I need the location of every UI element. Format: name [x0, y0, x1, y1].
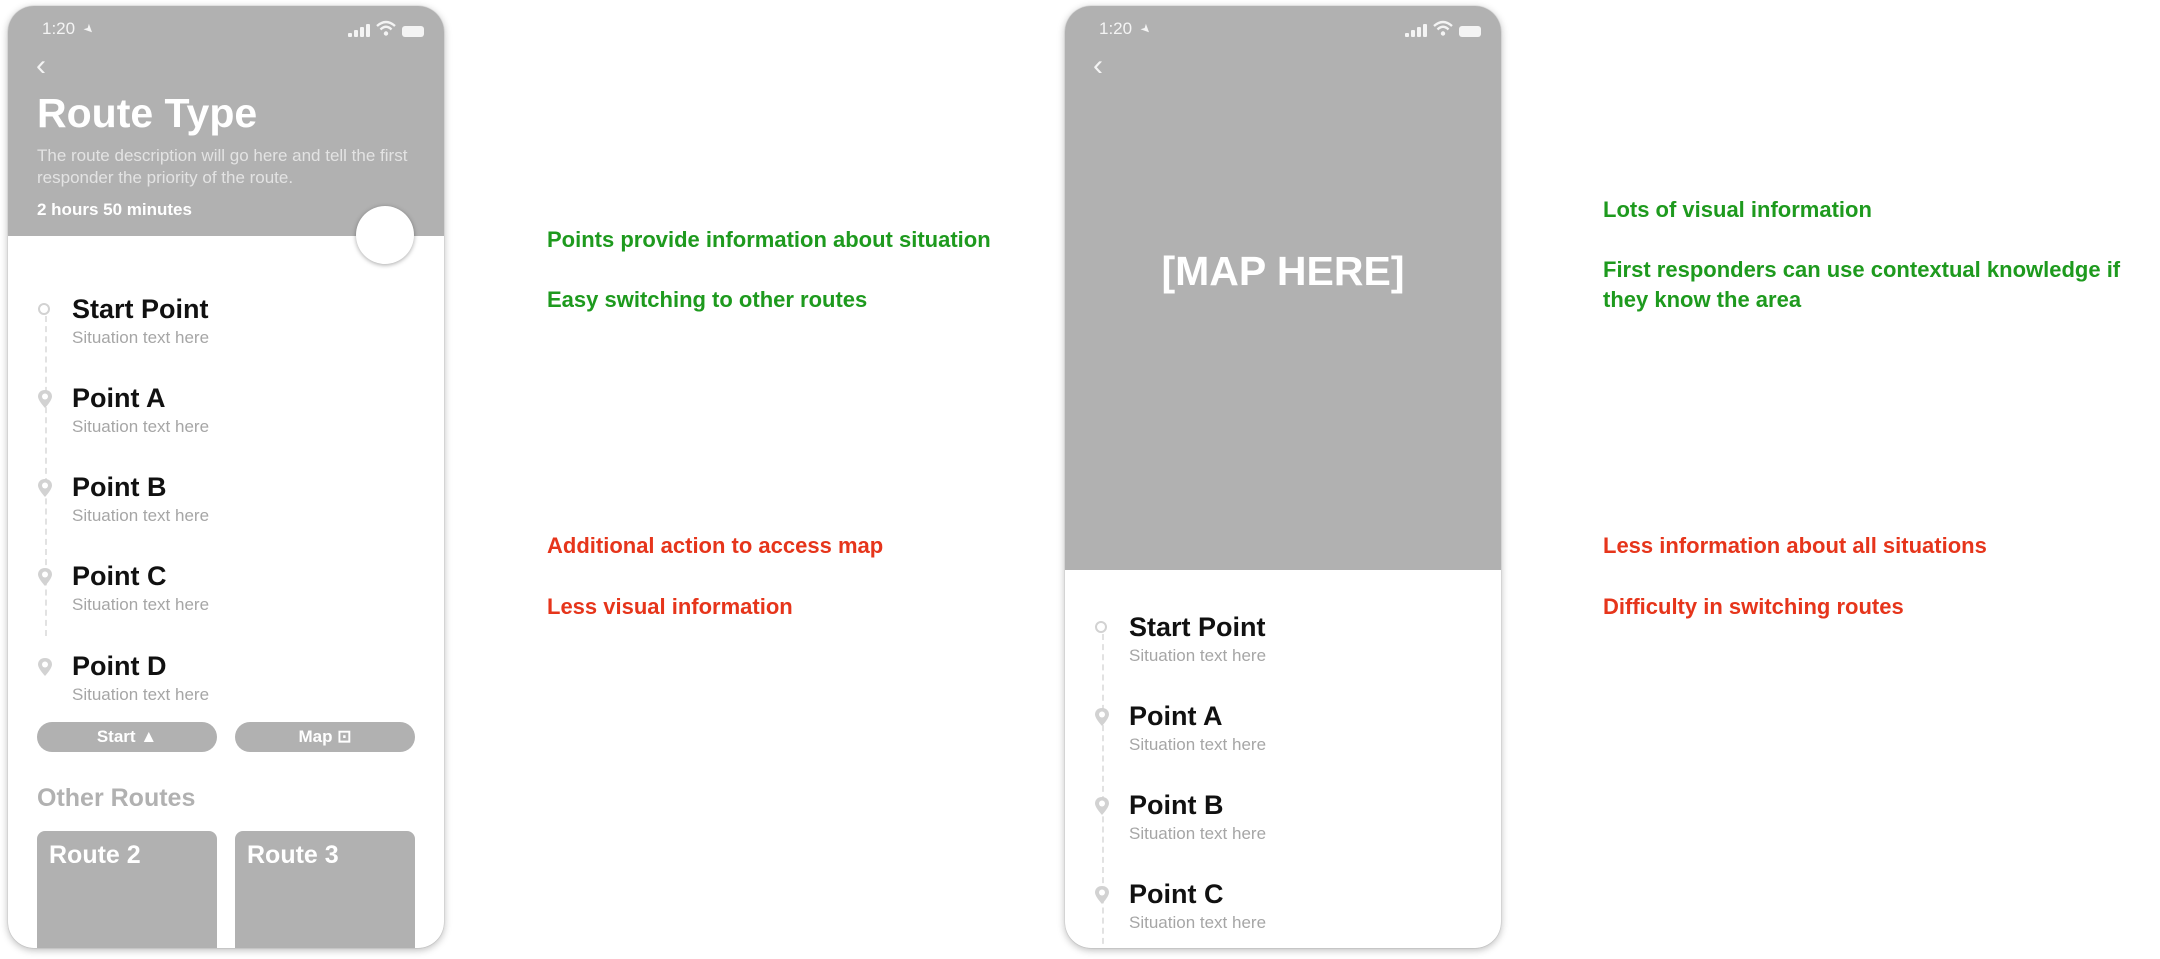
point-name: Start Point	[1129, 612, 1266, 642]
con-note: Less visual information	[547, 594, 793, 619]
point-name: Point C	[72, 561, 167, 591]
point-situation: Situation text here	[72, 328, 210, 347]
map-pin-icon	[1095, 886, 1109, 904]
status-bar: 1:20 ➤	[8, 6, 444, 50]
route-point-c[interactable]: Point C Situation text here	[8, 561, 444, 631]
wifi-icon	[1433, 20, 1453, 36]
route-description: The route description will go here and t…	[37, 146, 408, 187]
point-situation: Situation text here	[72, 506, 210, 525]
map-button-label: Map	[298, 727, 333, 746]
point-name: Point D	[72, 651, 167, 681]
cellular-signal-icon	[1405, 24, 1427, 37]
route-card-label: Route 2	[49, 841, 141, 869]
map-pin-icon	[1095, 708, 1109, 726]
phone-mockup-map-view: [MAP HERE] 1:20 ➤ ‹ Start Point Situatio…	[1065, 6, 1501, 948]
point-situation: Situation text here	[72, 685, 210, 704]
status-time: 1:20	[42, 19, 76, 38]
pro-note: Lots of visual information	[1603, 197, 1872, 222]
point-situation: Situation text here	[1129, 646, 1267, 665]
point-name: Point A	[72, 383, 166, 413]
route-point-a[interactable]: Point A Situation text here	[1065, 701, 1501, 771]
battery-icon	[1459, 26, 1481, 37]
pro-note: First responders can use contextual know…	[1603, 257, 2121, 312]
battery-icon	[402, 26, 424, 37]
phone-mockup-route-details: 1:20 ➤ ‹ Route Type The route descriptio…	[8, 6, 444, 948]
map-placeholder-label: [MAP HERE]	[1161, 248, 1405, 294]
point-situation: Situation text here	[1129, 735, 1267, 754]
map-pin-icon	[38, 390, 52, 408]
status-time: 1:20	[1099, 19, 1133, 38]
start-circle-icon	[1095, 621, 1107, 633]
route-point-d[interactable]: Point D Situation text here	[8, 651, 444, 721]
con-note: Less information about all situations	[1603, 533, 1987, 558]
wifi-icon	[376, 20, 396, 36]
map-placeholder-area[interactable]: [MAP HERE]	[1065, 6, 1501, 570]
back-chevron-icon[interactable]: ‹	[36, 51, 46, 81]
pro-note: Easy switching to other routes	[547, 287, 868, 312]
location-arrow-icon: ➤	[80, 20, 98, 38]
route-point-b[interactable]: Point B Situation text here	[1065, 790, 1501, 860]
route-card-label: Route 3	[247, 841, 339, 869]
status-bar: 1:20 ➤	[1065, 6, 1501, 50]
other-routes-heading: Other Routes	[37, 784, 196, 812]
location-arrow-icon: ➤	[1137, 20, 1155, 38]
route-point-start[interactable]: Start Point Situation text here	[8, 294, 444, 364]
con-note: Additional action to access map	[547, 533, 884, 558]
route-point-a[interactable]: Point A Situation text here	[8, 383, 444, 453]
map-pin-icon	[38, 658, 52, 676]
route-card-3[interactable]: Route 3	[235, 831, 415, 948]
pro-note: Points provide information about situati…	[547, 227, 991, 252]
point-name: Point B	[1129, 790, 1224, 820]
con-note: Difficulty in switching routes	[1603, 594, 1904, 619]
point-name: Point C	[1129, 879, 1224, 909]
map-button[interactable]: Map ⊡	[235, 722, 415, 752]
point-name: Point B	[72, 472, 167, 502]
route-duration: 2 hours 50 minutes	[37, 200, 192, 219]
navigation-arrow-icon: ▲	[140, 727, 158, 746]
route-point-start[interactable]: Start Point Situation text here	[1065, 612, 1501, 682]
point-situation: Situation text here	[1129, 824, 1267, 843]
point-name: Point A	[1129, 701, 1223, 731]
map-pin-icon	[38, 479, 52, 497]
point-situation: Situation text here	[72, 417, 210, 436]
route-card-2[interactable]: Route 2	[37, 831, 217, 948]
back-chevron-icon[interactable]: ‹	[1093, 51, 1103, 81]
route-point-c[interactable]: Point C Situation text here	[1065, 879, 1501, 948]
map-pin-icon	[1095, 797, 1109, 815]
start-circle-icon	[38, 303, 50, 315]
route-point-b[interactable]: Point B Situation text here	[8, 472, 444, 542]
map-pin-icon	[38, 568, 52, 586]
cellular-signal-icon	[348, 24, 370, 37]
point-situation: Situation text here	[1129, 913, 1267, 932]
map-square-icon: ⊡	[337, 727, 352, 746]
page-title: Route Type	[37, 90, 258, 136]
start-button[interactable]: Start ▲	[37, 722, 217, 752]
point-situation: Situation text here	[72, 595, 210, 614]
floating-action-button[interactable]	[356, 206, 414, 264]
point-name: Start Point	[72, 294, 209, 324]
start-button-label: Start	[96, 727, 136, 746]
